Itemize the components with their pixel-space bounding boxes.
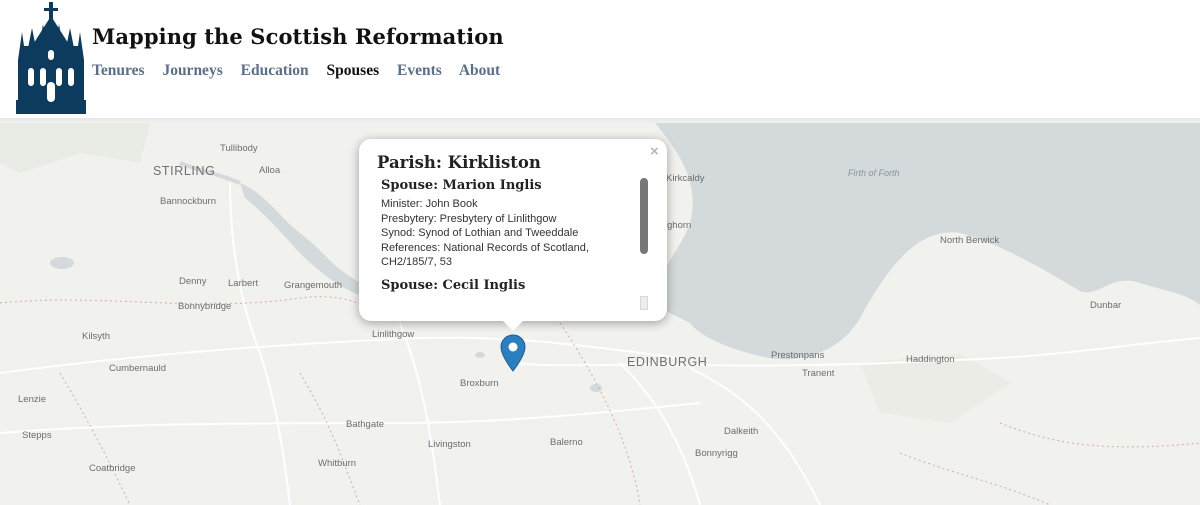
place-label: Dunbar (1090, 300, 1122, 311)
place-label: Bonnyrigg (695, 448, 738, 459)
nav-education[interactable]: Education (241, 62, 309, 79)
place-label: North Berwick (940, 235, 1000, 246)
popup-tip (502, 320, 524, 331)
place-label: Kilsyth (82, 331, 110, 342)
place-label: Haddington (906, 354, 955, 365)
main-nav: Tenures Journeys Education Spouses Event… (92, 62, 514, 80)
synod-field: Synod: Synod of Lothian and Tweeddale (381, 227, 579, 239)
cathedral-crown-spire-icon[interactable] (14, 2, 88, 114)
sea-area (654, 123, 1200, 360)
place-label: Grangemouth (284, 280, 343, 291)
place-label: Balerno (550, 437, 583, 448)
water-label: Firth of Forth (848, 168, 900, 178)
place-label: Tranent (802, 368, 835, 379)
loch (475, 352, 485, 358)
place-label: Larbert (228, 278, 259, 289)
place-label: Denny (179, 276, 207, 287)
spouse-entry: Spouse: Marion Inglis Minister: John Boo… (377, 178, 639, 270)
place-label: Broxburn (460, 378, 499, 389)
nav-tenures[interactable]: Tenures (92, 62, 145, 79)
place-label: Alloa (259, 165, 281, 176)
popup-scrollbar-thumb[interactable] (640, 178, 648, 254)
spouse-name: Spouse: Marion Inglis (381, 178, 542, 193)
spouse-entry: Spouse: Cecil Inglis (377, 278, 639, 293)
nav-events[interactable]: Events (397, 62, 442, 79)
place-label: Livingston (428, 439, 471, 450)
loch (50, 257, 74, 269)
place-label: Kirkcaldy (666, 173, 705, 184)
site-header: Mapping the Scottish Reformation Tenures… (0, 0, 1200, 118)
loch (590, 384, 602, 392)
place-label: Dalkeith (724, 426, 759, 437)
place-label: Coatbridge (89, 463, 136, 474)
presbytery-field: Presbytery: Presbytery of Linlithgow (381, 212, 557, 225)
place-label: Bathgate (346, 419, 385, 430)
popup-title: Parish: Kirkliston (377, 153, 541, 172)
map-marker-icon[interactable] (500, 334, 526, 372)
close-icon[interactable]: × (650, 143, 659, 160)
place-label: Stepps (22, 430, 52, 441)
parish-popup: Parish: Kirkliston Spouse: Marion Inglis… (359, 139, 667, 321)
references-field: References: National Records of Scotland… (381, 241, 589, 269)
place-label: Linlithgow (372, 329, 415, 340)
popup-content[interactable]: Parish: Kirkliston Spouse: Marion Inglis… (377, 153, 639, 303)
place-label: Bannockburn (160, 196, 216, 207)
site-title[interactable]: Mapping the Scottish Reformation (92, 24, 504, 49)
place-label: Bonnybridge (178, 301, 232, 312)
spouse-name: Spouse: Cecil Inglis (381, 277, 526, 293)
minister-field: Minister: John Book (381, 198, 478, 210)
nav-about[interactable]: About (459, 62, 500, 79)
nav-spouses[interactable]: Spouses (327, 62, 380, 79)
place-label: Whitburn (318, 458, 357, 469)
place-label: Lenzie (18, 394, 46, 405)
nav-journeys[interactable]: Journeys (162, 62, 222, 79)
land-patch (0, 123, 150, 173)
place-label: ghorn (667, 220, 692, 231)
place-label: Tullibody (220, 143, 258, 154)
place-label: STIRLING (153, 164, 216, 178)
place-label: EDINBURGH (627, 355, 708, 369)
place-label: Prestonpans (771, 350, 825, 361)
place-label: Cumbernauld (109, 363, 167, 374)
popup-scrollbar-end[interactable] (640, 296, 648, 310)
